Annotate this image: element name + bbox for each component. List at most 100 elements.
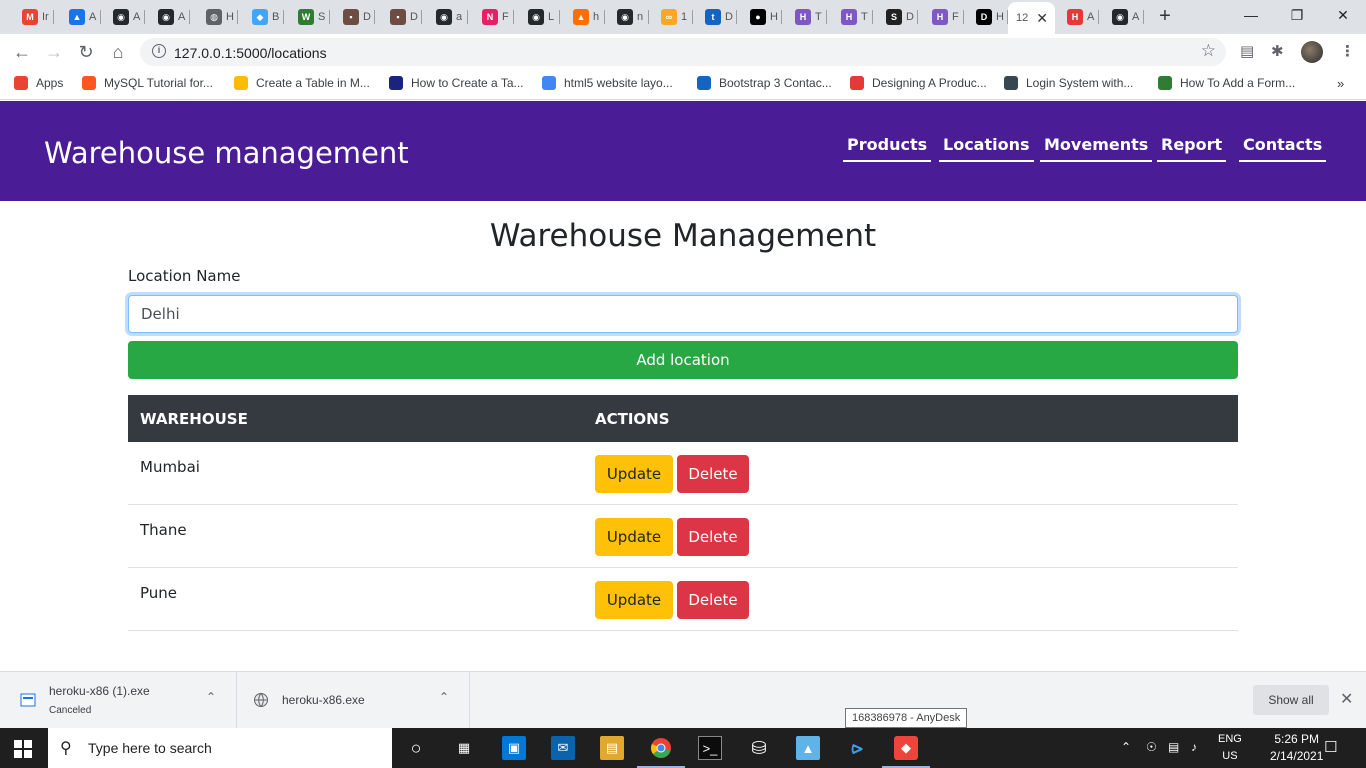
browser-tab[interactable]: HT [829, 4, 873, 30]
delete-button[interactable]: Delete [677, 455, 749, 493]
show-all-button[interactable]: Show all [1253, 685, 1329, 715]
browser-tab[interactable]: SD [874, 4, 918, 30]
bookmark-item[interactable]: html5 website layo... [542, 76, 673, 90]
tray-expand-icon[interactable]: ⌃ [1121, 740, 1131, 754]
tab-separator [781, 10, 782, 24]
browser-tab[interactable]: ◆ B [240, 4, 284, 30]
bookmark-item[interactable]: Create a Table in M... [234, 76, 370, 90]
battery-icon[interactable]: ▤ [1168, 740, 1179, 754]
address-url[interactable]: 127.0.0.1:5000/locations [174, 45, 327, 61]
bookmark-item[interactable]: How To Add a Form... [1158, 76, 1295, 90]
bookmark-item[interactable]: Apps [14, 76, 63, 90]
browser-tab[interactable]: HF [920, 4, 964, 30]
network-icon[interactable]: ☉ [1146, 740, 1157, 754]
terminal-icon[interactable]: >_ [698, 736, 722, 760]
browser-tab[interactable]: ◍ H [194, 4, 238, 30]
browser-tab[interactable]: ◉ A [101, 4, 145, 30]
chevron-up-icon[interactable]: ⌃ [439, 690, 449, 704]
browser-tab[interactable]: ▪ D [378, 4, 422, 30]
taskbar-search-box[interactable]: ⚲ Type here to search [48, 728, 392, 768]
bookmark-item[interactable]: Designing A Produc... [850, 76, 987, 90]
nav-movements[interactable]: Movements [1040, 135, 1153, 162]
store-icon[interactable]: ▣ [502, 736, 526, 760]
nav-products[interactable]: Products [843, 135, 932, 162]
browser-tab[interactable]: NF [470, 4, 514, 30]
restore-button[interactable]: ❐ [1274, 0, 1320, 30]
app-icon[interactable]: ▲ [796, 736, 820, 760]
add-location-button[interactable]: Add location [128, 341, 1238, 379]
browser-tab[interactable]: HA [1055, 4, 1099, 30]
volume-icon[interactable]: ♪ [1191, 740, 1197, 754]
info-icon[interactable]: i [152, 44, 166, 58]
bookmark-item[interactable]: MySQL Tutorial for... [82, 76, 213, 90]
browser-tab[interactable]: 12 ✕ [1008, 2, 1055, 34]
bookmark-favicon-icon [82, 76, 96, 90]
notifications-icon[interactable]: ☐ [1324, 738, 1337, 756]
home-icon[interactable]: ⌂ [106, 40, 130, 64]
close-icon[interactable]: ✕ [1340, 689, 1353, 709]
file-icon [20, 693, 36, 707]
browser-tab[interactable]: ▲ A [57, 4, 101, 30]
bookmark-star-icon[interactable]: ☆ [1201, 41, 1216, 61]
browser-tab[interactable]: tD [693, 4, 737, 30]
browser-tab[interactable]: ◉ L [516, 4, 560, 30]
windows-start-icon[interactable] [14, 740, 32, 758]
browser-tab[interactable]: ◉ A [1100, 4, 1144, 30]
nav-contacts[interactable]: Contacts [1239, 135, 1327, 162]
chevron-up-icon[interactable]: ⌃ [206, 690, 216, 704]
browser-tab[interactable]: DH [964, 4, 1008, 30]
delete-button[interactable]: Delete [677, 581, 749, 619]
browser-tab[interactable]: M Ir [10, 4, 54, 30]
nav-report[interactable]: Report [1157, 135, 1227, 162]
tab-favicon-icon: H [1067, 9, 1083, 25]
vscode-icon[interactable]: ⪧ [845, 736, 869, 760]
system-clock[interactable]: 5:26 PM 2/14/2021 [1270, 731, 1323, 765]
browser-tab[interactable]: ∞ 1 [649, 4, 693, 30]
browser-tab[interactable]: ◉ A [146, 4, 190, 30]
profile-avatar[interactable] [1301, 41, 1323, 63]
language-indicator[interactable]: ENG US [1218, 731, 1242, 765]
forward-icon[interactable]: → [42, 40, 66, 64]
database-icon[interactable]: ⛁ [747, 736, 771, 760]
cortana-icon[interactable]: ○ [404, 736, 428, 760]
bookmarks-overflow-icon[interactable]: » [1337, 76, 1344, 91]
new-tab-button[interactable]: + [1152, 5, 1178, 29]
browser-tab[interactable]: ◉ n [605, 4, 649, 30]
bookmark-item[interactable]: How to Create a Ta... [389, 76, 524, 90]
download-item[interactable]: heroku-x86 (1).exe Canceled ⌃ [0, 672, 237, 728]
task-view-icon[interactable]: ▦ [452, 736, 476, 760]
browser-tab[interactable]: ▲ h [561, 4, 605, 30]
mail-icon[interactable]: ✉ [551, 736, 575, 760]
file-explorer-icon[interactable]: ▤ [600, 736, 624, 760]
app-brand[interactable]: Warehouse management [44, 136, 409, 170]
media-router-icon[interactable]: ▤ [1240, 42, 1254, 60]
anydesk-icon[interactable]: ◆ [882, 736, 930, 768]
update-button[interactable]: Update [595, 581, 673, 619]
chrome-icon[interactable] [637, 736, 685, 768]
update-button[interactable]: Update [595, 518, 673, 556]
browser-tab[interactable]: ▪ D [331, 4, 375, 30]
back-icon[interactable]: ← [10, 40, 34, 64]
browser-tab[interactable]: ● H [738, 4, 782, 30]
browser-tab[interactable]: HT [783, 4, 827, 30]
update-button[interactable]: Update [595, 455, 673, 493]
tab-favicon-icon: N [482, 9, 498, 25]
bookmark-item[interactable]: Login System with... [1004, 76, 1133, 90]
tab-separator [467, 10, 468, 24]
extensions-icon[interactable]: ✱ [1271, 42, 1284, 60]
address-bar[interactable]: i 127.0.0.1:5000/locations ☆ [140, 38, 1226, 66]
close-tab-icon[interactable]: ✕ [1036, 10, 1048, 27]
close-window-button[interactable]: ✕ [1320, 0, 1366, 30]
minimize-button[interactable]: — [1228, 0, 1274, 30]
location-name-input[interactable] [128, 295, 1238, 333]
tab-title: D [906, 11, 914, 23]
browser-tab[interactable]: WS [286, 4, 330, 30]
nav-locations[interactable]: Locations [939, 135, 1034, 162]
windows-taskbar: ⚲ Type here to search ○ ▦ ▣ ✉ ▤ >_ ⛁ ▲ ⪧… [0, 728, 1366, 768]
browser-tab[interactable]: ◉ a [424, 4, 468, 30]
delete-button[interactable]: Delete [677, 518, 749, 556]
reload-icon[interactable]: ↻ [74, 40, 98, 64]
menu-kebab-icon[interactable]: ⋮ [1340, 42, 1355, 60]
download-item[interactable]: heroku-x86.exe ⌃ [237, 672, 470, 728]
bookmark-item[interactable]: Bootstrap 3 Contac... [697, 76, 832, 90]
